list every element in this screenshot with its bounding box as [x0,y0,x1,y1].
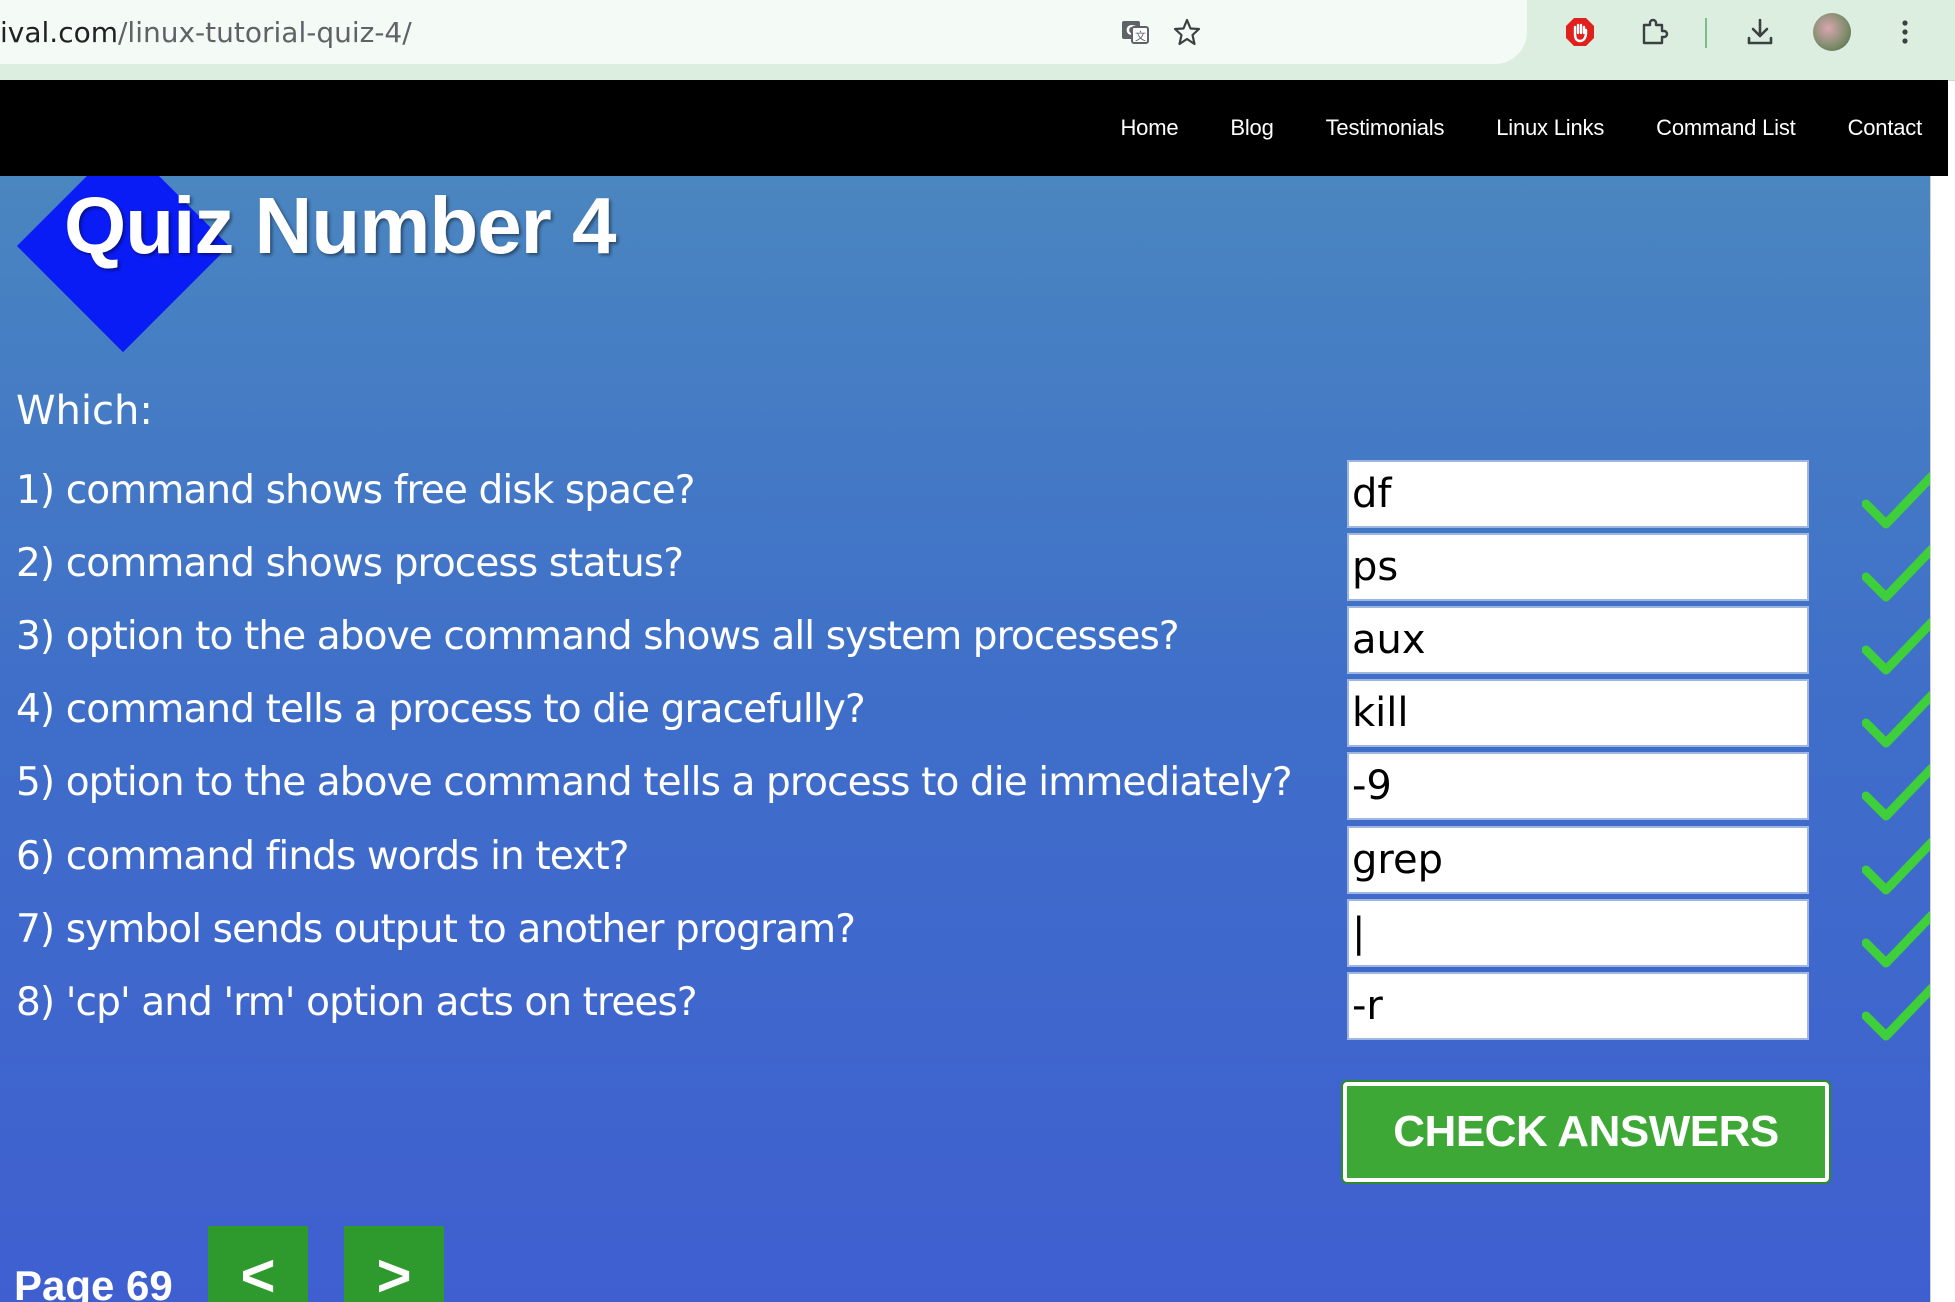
address-bar[interactable]: ival.com/linux-tutorial-quiz-4/ G文 [0,0,1527,64]
nav-link-blog[interactable]: Blog [1230,115,1273,141]
adblock-stop-icon[interactable] [1562,14,1598,50]
question-text: 3) option to the above command shows all… [16,614,1180,659]
quiz-title: Quiz Number 4 [64,181,617,270]
correct-check-icon [1862,617,1930,675]
question-row: 6) command finds words in text? [0,826,1930,896]
correct-check-icon [1862,690,1930,748]
question-text: 1) command shows free disk space? [16,468,695,513]
bookmark-star-icon[interactable] [1169,14,1205,50]
page-number-label: Page 69 [14,1262,173,1302]
answer-input[interactable] [1347,752,1809,820]
svg-text:文: 文 [1135,29,1146,43]
menu-kebab-icon[interactable] [1887,14,1923,50]
question-row: 1) command shows free disk space? [0,460,1930,530]
question-text: 5) option to the above command tells a p… [16,760,1293,805]
answer-input[interactable] [1347,899,1809,967]
answer-input[interactable] [1347,460,1809,528]
nav-link-testimonials[interactable]: Testimonials [1326,115,1445,141]
next-page-button[interactable]: > [344,1226,444,1302]
question-row: 8) 'cp' and 'rm' option acts on trees? [0,972,1930,1042]
site-nav-bar: Home Blog Testimonials Linux Links Comma… [0,80,1948,176]
profile-avatar[interactable] [1813,13,1851,51]
answer-input[interactable] [1347,533,1809,601]
answer-input[interactable] [1347,606,1809,674]
correct-check-icon [1862,910,1930,968]
correct-check-icon [1862,544,1930,602]
question-row: 3) option to the above command shows all… [0,606,1930,676]
site-nav-links: Home Blog Testimonials Linux Links Comma… [1068,80,1922,176]
browser-toolbar: ival.com/linux-tutorial-quiz-4/ G文 [0,0,1955,81]
extensions-puzzle-icon[interactable] [1636,14,1672,50]
question-text: 6) command finds words in text? [16,834,629,879]
correct-check-icon [1862,471,1930,529]
toolbar-separator [1705,18,1707,48]
nav-link-contact[interactable]: Contact [1848,115,1923,141]
question-text: 7) symbol sends output to another progra… [16,907,856,952]
nav-link-home[interactable]: Home [1120,115,1178,141]
question-row: 4) command tells a process to die gracef… [0,679,1930,749]
answer-input[interactable] [1347,972,1809,1040]
question-text: 8) 'cp' and 'rm' option acts on trees? [16,980,698,1025]
download-icon[interactable] [1742,14,1778,50]
question-text: 4) command tells a process to die gracef… [16,687,866,732]
check-answers-button[interactable]: CHECK ANSWERS [1341,1080,1831,1184]
question-row: 2) command shows process status? [0,533,1930,603]
url-text[interactable]: ival.com/linux-tutorial-quiz-4/ [0,16,412,49]
answer-input[interactable] [1347,679,1809,747]
answer-input[interactable] [1347,826,1809,894]
question-row: 5) option to the above command tells a p… [0,752,1930,822]
url-host: ival.com [0,16,118,49]
question-row: 7) symbol sends output to another progra… [0,899,1930,969]
nav-link-linux-links[interactable]: Linux Links [1496,115,1604,141]
quiz-intro: Which: [16,388,153,434]
correct-check-icon [1862,983,1930,1041]
question-text: 2) command shows process status? [16,541,684,586]
nav-link-command-list[interactable]: Command List [1656,115,1796,141]
correct-check-icon [1862,763,1930,821]
correct-check-icon [1862,837,1930,895]
quiz-content: Quiz Number 4 Which: 1) command shows fr… [0,176,1930,1302]
page-scrollbar[interactable] [1930,176,1955,1302]
previous-page-button[interactable]: < [208,1226,308,1302]
translate-icon[interactable]: G文 [1117,14,1153,50]
url-path: /linux-tutorial-quiz-4/ [118,16,412,49]
